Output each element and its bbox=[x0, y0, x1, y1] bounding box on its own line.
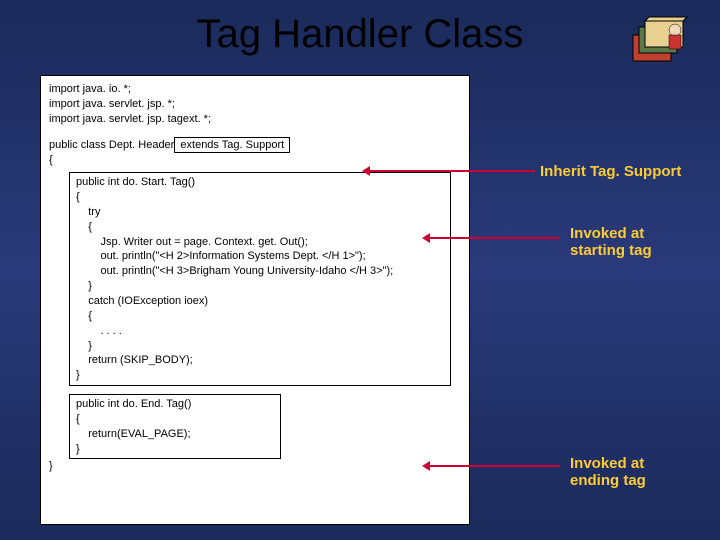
code-line: return (SKIP_BODY); bbox=[76, 353, 444, 368]
import-line: import java. servlet. jsp. tagext. *; bbox=[49, 112, 461, 127]
dostart-method-box: public int do. Start. Tag() { try { Jsp.… bbox=[69, 172, 451, 386]
arrow-end bbox=[430, 465, 560, 467]
code-line: out. println("<H 3>Brigham Young Univers… bbox=[76, 264, 444, 279]
import-line: import java. io. *; bbox=[49, 82, 461, 97]
code-line: { bbox=[76, 190, 444, 205]
code-line: } bbox=[76, 442, 274, 457]
annotation-line: starting tag bbox=[570, 242, 652, 259]
extends-box: extends Tag. Support bbox=[174, 137, 290, 154]
books-icon bbox=[625, 15, 695, 70]
code-line: } bbox=[76, 279, 444, 294]
code-panel: import java. io. *; import java. servlet… bbox=[40, 75, 470, 525]
doend-method-box: public int do. End. Tag() { return(EVAL_… bbox=[69, 394, 281, 459]
code-line: public int do. End. Tag() bbox=[76, 397, 274, 412]
annotation-line: Invoked at bbox=[570, 455, 646, 472]
annotation-line: ending tag bbox=[570, 472, 646, 489]
code-line: Jsp. Writer out = page. Context. get. Ou… bbox=[76, 235, 444, 250]
annotation-inherit: Inherit Tag. Support bbox=[540, 163, 681, 180]
slide-title: Tag Handler Class bbox=[0, 0, 720, 57]
annotation-end: Invoked at ending tag bbox=[570, 455, 646, 489]
code-line: out. println("<H 2>Information Systems D… bbox=[76, 249, 444, 264]
code-line: } bbox=[76, 339, 444, 354]
code-line: { bbox=[76, 220, 444, 235]
code-line: } bbox=[76, 368, 444, 383]
brace: { bbox=[49, 153, 461, 168]
class-name: public class Dept. Header bbox=[49, 139, 174, 151]
annotation-start: Invoked at starting tag bbox=[570, 225, 652, 259]
class-decl: public class Dept. Header extends Tag. S… bbox=[49, 137, 461, 154]
arrow-start bbox=[430, 237, 560, 239]
code-line: { bbox=[76, 309, 444, 324]
code-line: public int do. Start. Tag() bbox=[76, 175, 444, 190]
code-line: { bbox=[76, 412, 274, 427]
annotation-line: Invoked at bbox=[570, 225, 652, 242]
import-line: import java. servlet. jsp. *; bbox=[49, 97, 461, 112]
code-line: catch (IOException ioex) bbox=[76, 294, 444, 309]
brace: } bbox=[49, 459, 461, 474]
code-line: try bbox=[76, 205, 444, 220]
code-line: . . . . bbox=[76, 324, 444, 339]
code-line: return(EVAL_PAGE); bbox=[76, 427, 274, 442]
arrow-inherit bbox=[370, 170, 535, 172]
